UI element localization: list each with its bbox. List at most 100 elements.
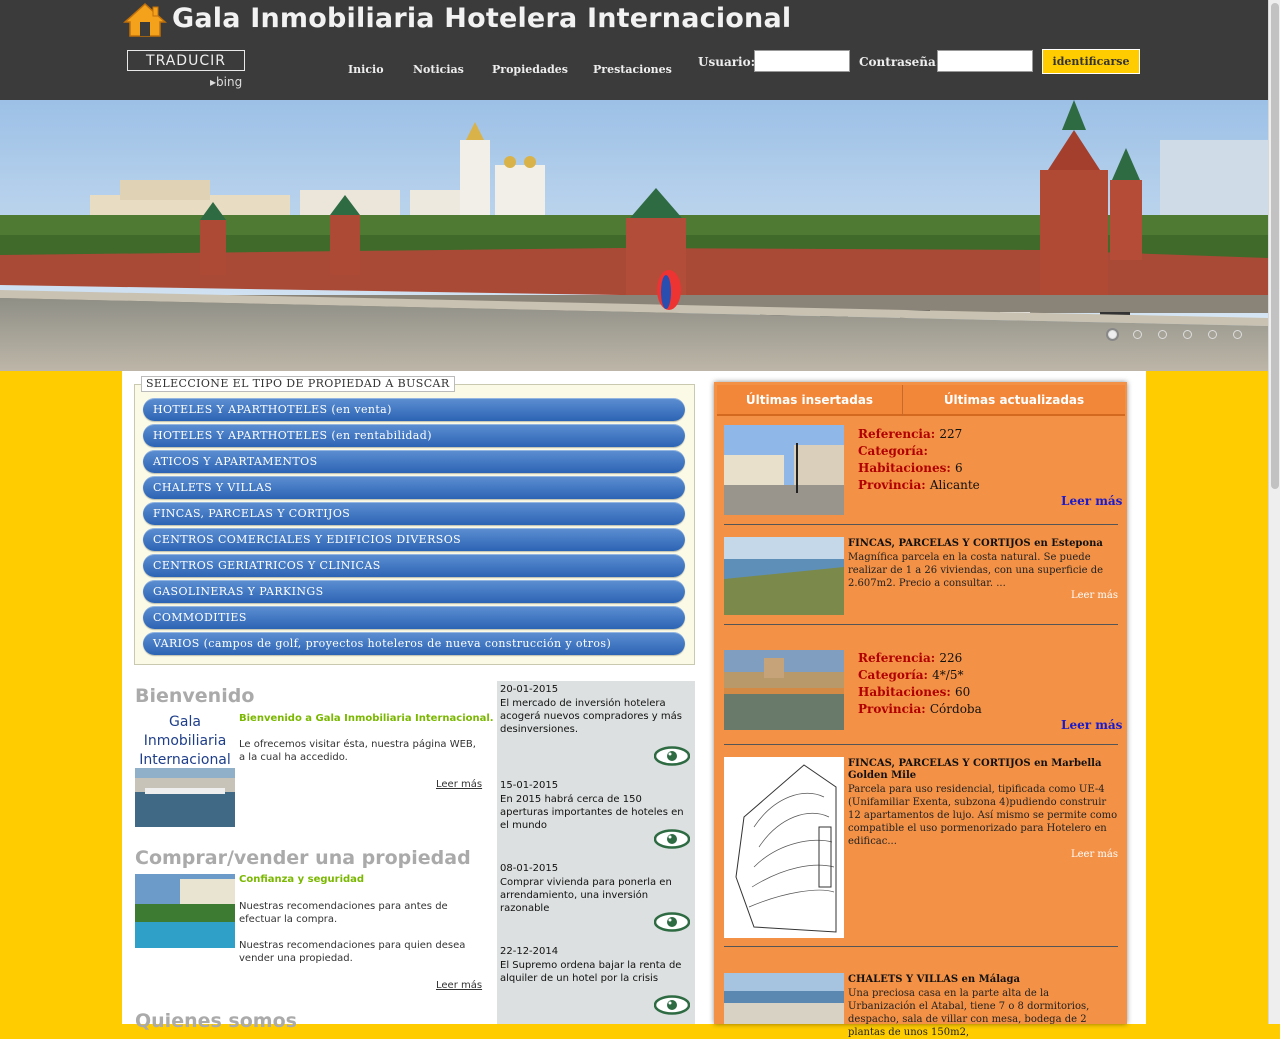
banner-slideshow: [0, 100, 1268, 371]
property-3-rooms: Habitaciones: 60: [858, 684, 970, 701]
ref-value: 226: [939, 651, 963, 665]
logo-line-2: Inmobiliaria: [143, 733, 227, 749]
property-photo[interactable]: [724, 537, 844, 615]
slide-dot-5[interactable]: [1208, 330, 1217, 339]
news-date-1: 20-01-2015: [500, 684, 559, 695]
welcome-title: Bienvenido: [135, 685, 255, 707]
category-geriatricos[interactable]: CENTROS GERIATRICOS Y CLINICAS: [143, 554, 685, 577]
bing-label: bing: [216, 75, 243, 89]
home-icon[interactable]: [123, 2, 167, 38]
divider: [724, 744, 1118, 745]
user-input[interactable]: [754, 50, 850, 72]
buysell-text-1: Nuestras recomendaciones para antes de e…: [239, 901, 448, 925]
property-4-read-more[interactable]: Leer más: [1071, 849, 1118, 860]
property-photo[interactable]: [724, 650, 844, 730]
nav-inicio[interactable]: Inicio: [348, 63, 384, 76]
property-2-desc: Magnífica parcela en la costa natural. S…: [848, 552, 1104, 589]
property-2-read-more[interactable]: Leer más: [1071, 590, 1118, 601]
property-3-read-more[interactable]: Leer más: [1061, 718, 1122, 732]
bing-logo: ▸bing: [210, 75, 242, 89]
prov-value: Alicante: [929, 478, 980, 492]
rooms-label: Habitaciones:: [858, 685, 951, 699]
welcome-text: Le ofrecemos visitar ésta, nuestra págin…: [239, 739, 476, 763]
property-photo[interactable]: [724, 425, 844, 515]
property-2-title[interactable]: FINCAS, PARCELAS Y CORTIJOS en Estepona: [848, 538, 1118, 550]
rooms-value: 6: [954, 461, 963, 475]
cat-value: 4*/5*: [932, 668, 964, 682]
property-5-title[interactable]: CHALETS Y VILLAS en Málaga: [848, 974, 1118, 986]
site-title[interactable]: Gala Inmobiliaria Hotelera Internacional: [172, 0, 791, 38]
category-commodities[interactable]: COMMODITIES: [143, 606, 685, 629]
company-logo: Gala Inmobiliaria Internacional: [135, 711, 235, 827]
category-centros-comerciales[interactable]: CENTROS COMERCIALES Y EDIFICIOS DIVERSOS: [143, 528, 685, 551]
property-1-prov: Provincia: Alicante: [858, 477, 980, 494]
buysell-read-more[interactable]: Leer más: [436, 980, 482, 991]
login-button[interactable]: identificarse: [1042, 49, 1140, 74]
marina-photo: [135, 768, 235, 827]
divider: [724, 946, 1118, 947]
cat-label: Categoría:: [858, 444, 928, 458]
news-date-3: 08-01-2015: [500, 863, 559, 874]
divider: [724, 624, 1118, 625]
banner-image: [0, 100, 1268, 371]
buysell-text-2: Nuestras recomendaciones para quien dese…: [239, 940, 466, 964]
news-date-2: 15-01-2015: [500, 780, 559, 791]
logo-line-1: Gala: [169, 714, 201, 730]
prov-label: Provincia:: [858, 702, 926, 716]
slide-dot-2[interactable]: [1133, 330, 1142, 339]
property-3-prov: Provincia: Córdoba: [858, 701, 982, 718]
divider: [724, 524, 1118, 525]
category-hoteles-rentabilidad[interactable]: HOTELES Y APARTHOTELES (en rentabilidad): [143, 424, 685, 447]
category-gasolineras[interactable]: GASOLINERAS Y PARKINGS: [143, 580, 685, 603]
password-input[interactable]: [937, 50, 1033, 72]
translate-button[interactable]: TRADUCIR: [127, 50, 245, 71]
property-4-title[interactable]: FINCAS, PARCELAS Y CORTIJOS en Marbella …: [848, 758, 1118, 782]
password-label: Contraseña:: [859, 55, 941, 69]
nav-propiedades[interactable]: Propiedades: [492, 63, 568, 76]
category-varios[interactable]: VARIOS (campos de golf, proyectos hotele…: [143, 632, 685, 655]
category-hoteles-venta[interactable]: HOTELES Y APARTHOTELES (en venta): [143, 398, 685, 421]
eye-icon[interactable]: [654, 912, 690, 932]
property-plan-drawing[interactable]: [724, 757, 844, 938]
nav-noticias[interactable]: Noticias: [413, 63, 464, 76]
welcome-read-more[interactable]: Leer más: [436, 779, 482, 790]
eye-icon[interactable]: [654, 829, 690, 849]
selector-legend: SELECCIONE EL TIPO DE PROPIEDAD A BUSCAR: [141, 376, 455, 392]
news-text-2[interactable]: En 2015 habrá cerca de 150 aperturas imp…: [500, 793, 690, 832]
news-text-1[interactable]: El mercado de inversión hotelera acogerá…: [500, 697, 690, 736]
eye-icon[interactable]: [654, 995, 690, 1015]
property-1-cat: Categoría:: [858, 443, 928, 460]
property-1-ref: Referencia: 227: [858, 426, 962, 443]
slide-dot-1[interactable]: [1108, 330, 1117, 339]
property-1-read-more[interactable]: Leer más: [1061, 494, 1122, 508]
buysell-title: Comprar/vender una propiedad: [135, 847, 471, 869]
cat-label: Categoría:: [858, 668, 928, 682]
property-photo[interactable]: [724, 973, 844, 1024]
slide-dot-6[interactable]: [1233, 330, 1242, 339]
rooms-label: Habitaciones:: [858, 461, 951, 475]
tab-latest-updated[interactable]: Últimas actualizadas: [903, 385, 1125, 416]
property-3-cat: Categoría: 4*/5*: [858, 667, 963, 684]
news-text-3[interactable]: Comprar vivienda para ponerla en arrenda…: [500, 876, 690, 915]
ref-value: 227: [939, 427, 963, 441]
buysell-highlight: Confianza y seguridad: [239, 874, 365, 885]
prov-value: Córdoba: [929, 702, 982, 716]
property-4-desc: Parcela para uso residencial, tipificada…: [848, 784, 1118, 847]
about-title: Quienes somos: [135, 1010, 297, 1032]
prov-label: Provincia:: [858, 478, 926, 492]
nav-prestaciones[interactable]: Prestaciones: [593, 63, 672, 76]
scrollbar-thumb[interactable]: [1271, 3, 1279, 489]
ref-label: Referencia:: [858, 651, 936, 665]
tab-latest-inserted[interactable]: Últimas insertadas: [717, 385, 902, 416]
news-text-4[interactable]: El Supremo ordena bajar la renta de alqu…: [500, 959, 690, 985]
category-fincas[interactable]: FINCAS, PARCELAS Y CORTIJOS: [143, 502, 685, 525]
page-scrollbar[interactable]: [1268, 0, 1280, 1024]
eye-icon[interactable]: [654, 746, 690, 766]
resort-photo: [135, 874, 235, 948]
property-1-rooms: Habitaciones: 6: [858, 460, 963, 477]
slide-dot-3[interactable]: [1158, 330, 1167, 339]
slide-dot-4[interactable]: [1183, 330, 1192, 339]
news-date-4: 22-12-2014: [500, 946, 559, 957]
category-aticos[interactable]: ATICOS Y APARTAMENTOS: [143, 450, 685, 473]
category-chalets[interactable]: CHALETS Y VILLAS: [143, 476, 685, 499]
